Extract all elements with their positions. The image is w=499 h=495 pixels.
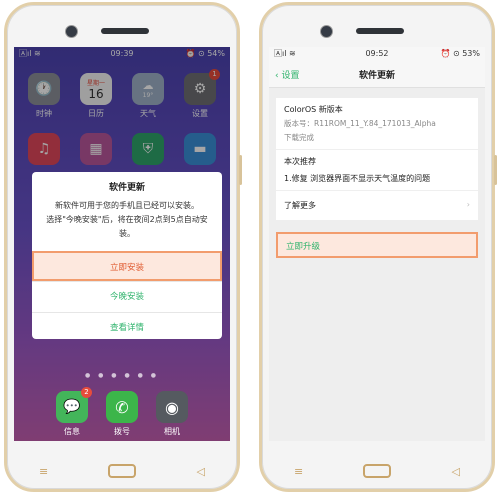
download-status: 下载完成: [284, 133, 314, 142]
menu-icon[interactable]: ≡: [39, 465, 48, 478]
recommend-title: 本次推荐: [284, 157, 316, 166]
back-icon[interactable]: ◁: [197, 465, 205, 478]
upgrade-now-button[interactable]: 立即升级: [276, 232, 478, 258]
earpiece-speaker: [101, 28, 149, 34]
earpiece-speaker: [356, 28, 404, 34]
power-button: [494, 155, 497, 185]
chat-bubble-icon: 💬: [63, 399, 81, 415]
messages-badge: 2: [81, 387, 92, 398]
version-number: 版本号：R11ROM_11_Y.84_171013_Alpha: [284, 119, 436, 128]
phone-icon: ✆: [106, 391, 138, 423]
front-camera: [320, 25, 333, 38]
page-indicator: ● ● ● ● ● ●: [85, 372, 159, 379]
update-info-card: ColorOS 新版本 版本号：R11ROM_11_Y.84_171013_Al…: [276, 98, 478, 220]
dock: 💬 2 信息 ✆ 拨号 ◉ 相机: [50, 387, 194, 437]
camera-icon: ◉: [156, 391, 188, 423]
software-update-screen: 🄰ıl ≋ 09:52 ⏰ ⊙ 53% ‹ 设置 软件更新 ColorOS 新版…: [269, 47, 485, 441]
recommend-item: 1.修复 浏览器界面不显示天气温度的问题: [284, 174, 431, 183]
learn-more-row[interactable]: 了解更多 ›: [276, 190, 478, 220]
nav-bar: ≡ ◁: [39, 461, 205, 481]
phone-right: 🄰ıl ≋ 09:52 ⏰ ⊙ 53% ‹ 设置 软件更新 ColorOS 新版…: [259, 2, 497, 492]
page-title: 软件更新: [358, 71, 395, 81]
power-button: [239, 155, 242, 185]
home-screen: 🄰ıl ≋ 09:39 ⏰ ⊙ 54% 🕐 时钟 星期一 16 日历 ☁ 19°: [14, 47, 230, 441]
chevron-right-icon: ›: [466, 200, 470, 209]
app-label: 信息: [64, 427, 80, 436]
app-label: 拨号: [114, 427, 130, 436]
home-button[interactable]: [108, 464, 137, 478]
install-tonight-button[interactable]: 今晚安装: [32, 281, 222, 312]
app-messages[interactable]: 💬 2 信息: [50, 387, 94, 437]
battery-indicator: ⏰ ⊙ 53%: [440, 49, 480, 58]
menu-icon[interactable]: ≡: [294, 465, 303, 478]
messages-icon: 💬 2: [56, 387, 92, 423]
dialog-message-line1: 新软件可用于您的手机且已经可以安装。: [55, 201, 199, 210]
dialog-message: 新软件可用于您的手机且已经可以安装。 选择"今晚安装"后，将在夜间2点到5点自动…: [42, 199, 212, 241]
version-title: ColorOS 新版本: [284, 105, 343, 114]
back-icon[interactable]: ◁: [452, 465, 460, 478]
view-details-button[interactable]: 查看详情: [32, 312, 222, 339]
status-bar: 🄰ıl ≋ 09:52 ⏰ ⊙ 53%: [269, 47, 485, 61]
phone-left: 🄰ıl ≋ 09:39 ⏰ ⊙ 54% 🕐 时钟 星期一 16 日历 ☁ 19°: [4, 2, 242, 492]
nav-bar: ≡ ◁: [294, 461, 460, 481]
learn-more-label: 了解更多: [284, 201, 316, 210]
front-camera: [65, 25, 78, 38]
app-phone[interactable]: ✆ 拨号: [100, 391, 144, 437]
recommend-row: 本次推荐 1.修复 浏览器界面不显示天气温度的问题: [276, 149, 478, 190]
title-bar: ‹ 设置 软件更新: [269, 61, 485, 88]
dialog-title: 软件更新: [108, 183, 145, 193]
update-dialog: 软件更新 新软件可用于您的手机且已经可以安装。 选择"今晚安装"后，将在夜间2点…: [32, 172, 222, 339]
dialog-message-line2: 选择"今晚安装"后，将在夜间2点到5点自动安装。: [46, 215, 208, 238]
install-now-button[interactable]: 立即安装: [32, 251, 222, 281]
app-label: 相机: [164, 427, 180, 436]
app-camera[interactable]: ◉ 相机: [150, 391, 194, 437]
home-button[interactable]: [363, 464, 392, 478]
version-row: ColorOS 新版本 版本号：R11ROM_11_Y.84_171013_Al…: [276, 98, 478, 149]
